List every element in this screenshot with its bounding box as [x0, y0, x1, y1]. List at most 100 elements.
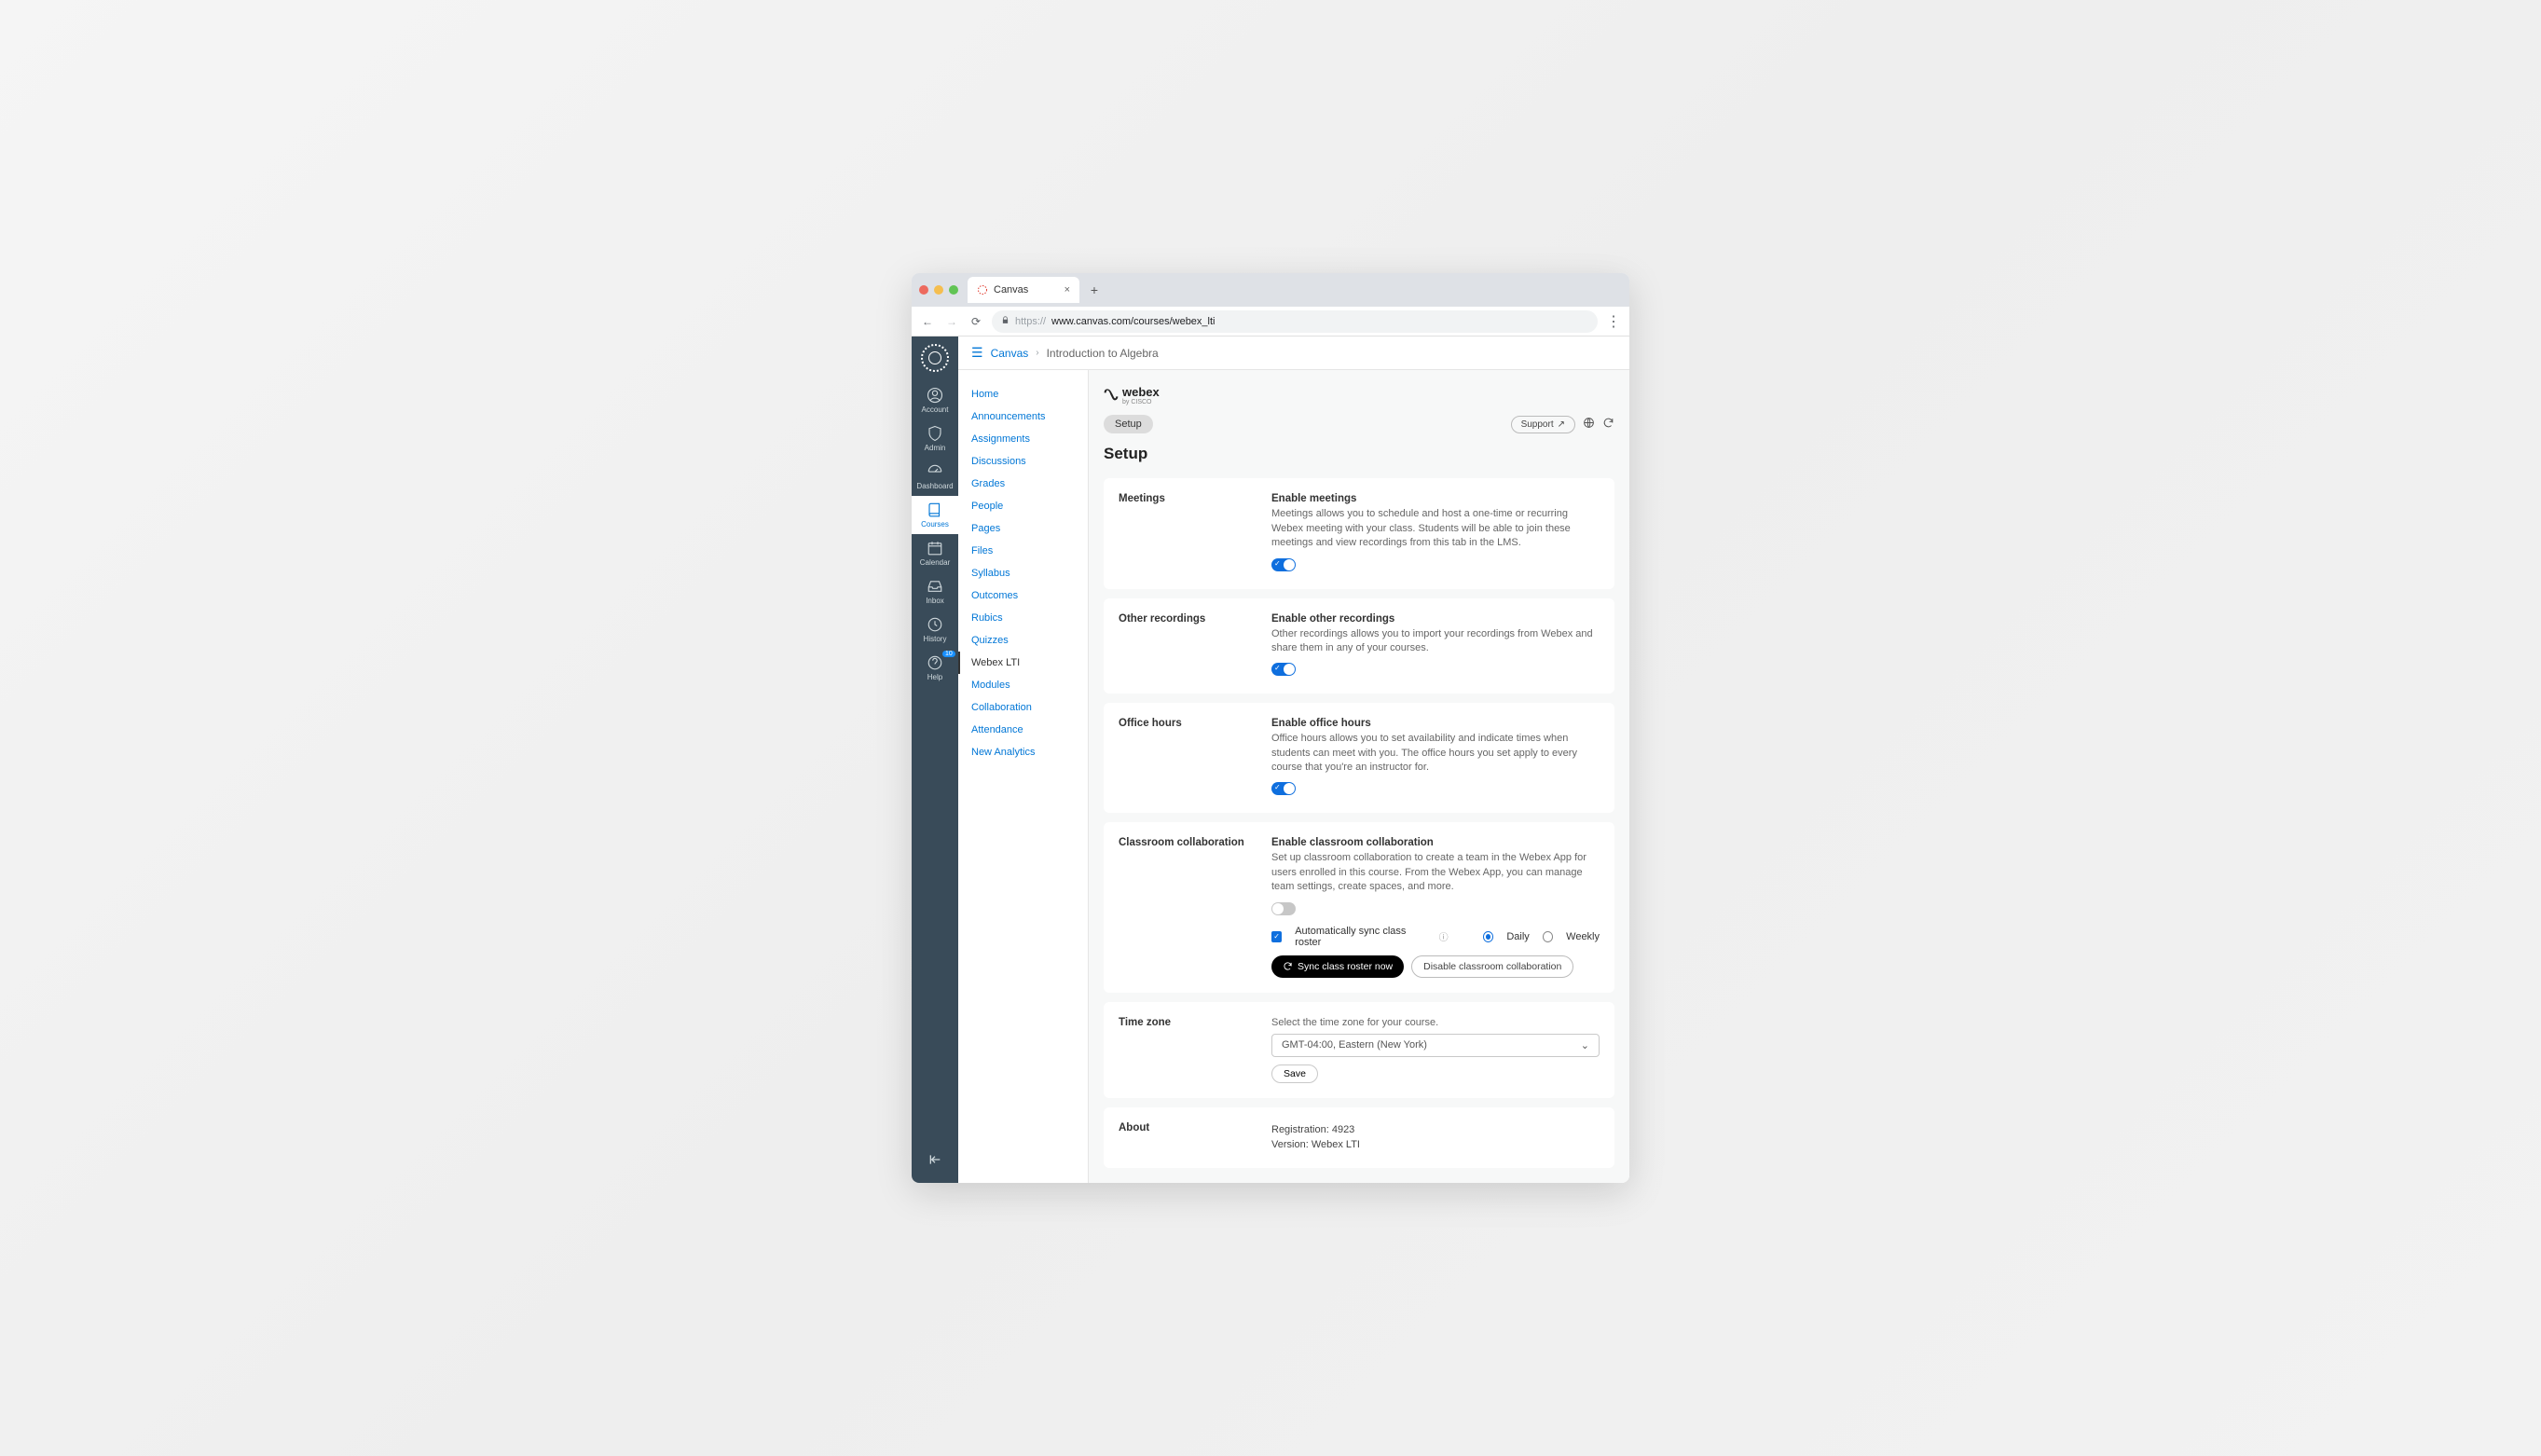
- nav-label: Account: [922, 405, 949, 414]
- nav-admin[interactable]: Admin: [912, 419, 958, 458]
- dashboard-icon: [927, 463, 943, 480]
- course-nav-quizzes[interactable]: Quizzes: [958, 629, 1088, 652]
- calendar-icon: [927, 540, 943, 556]
- window-minimize[interactable]: [934, 285, 943, 295]
- info-icon[interactable]: ⓘ: [1439, 929, 1449, 943]
- version-value: Webex LTI: [1312, 1139, 1360, 1150]
- tab-close-icon[interactable]: ×: [1064, 284, 1070, 295]
- course-nav-discussions[interactable]: Discussions: [958, 450, 1088, 473]
- classroom-toggle[interactable]: ✓: [1271, 902, 1296, 915]
- url-text: www.canvas.com/courses/webex_lti: [1051, 316, 1215, 327]
- support-label: Support: [1521, 419, 1554, 430]
- tool-tab-row: Setup Support ↗: [1104, 415, 1614, 433]
- card-left-label: Meetings: [1119, 493, 1258, 573]
- course-nav-home[interactable]: Home: [958, 383, 1088, 405]
- nav-dashboard[interactable]: Dashboard: [912, 458, 958, 496]
- sync-now-button[interactable]: Sync class roster now: [1271, 955, 1404, 978]
- other-recordings-toggle[interactable]: ✓: [1271, 663, 1296, 676]
- new-tab-button[interactable]: +: [1085, 282, 1104, 297]
- browser-tab-strip: Canvas × +: [912, 273, 1629, 307]
- window-close[interactable]: [919, 285, 928, 295]
- course-nav-announcements[interactable]: Announcements: [958, 405, 1088, 428]
- external-link-icon: ↗: [1558, 419, 1565, 430]
- card-office-hours: Office hours Enable office hours Office …: [1104, 703, 1614, 813]
- nav-label: History: [924, 635, 947, 643]
- canvas-logo[interactable]: [921, 344, 949, 372]
- course-nav-assignments[interactable]: Assignments: [958, 428, 1088, 450]
- nav-help[interactable]: 10 Help: [912, 649, 958, 687]
- nav-courses[interactable]: Courses: [912, 496, 958, 534]
- course-nav-pages[interactable]: Pages: [958, 517, 1088, 540]
- content-row: Home Announcements Assignments Discussio…: [958, 370, 1629, 1182]
- nav-history[interactable]: History: [912, 611, 958, 649]
- support-button[interactable]: Support ↗: [1511, 416, 1575, 433]
- course-nav-grades[interactable]: Grades: [958, 473, 1088, 495]
- course-nav-attendance[interactable]: Attendance: [958, 719, 1088, 741]
- course-nav-collaboration[interactable]: Collaboration: [958, 696, 1088, 719]
- radio-weekly[interactable]: [1543, 931, 1553, 942]
- breadcrumb-current: Introduction to Algebra: [1047, 347, 1159, 360]
- course-nav-new-analytics[interactable]: New Analytics: [958, 741, 1088, 763]
- page-title: Setup: [1104, 445, 1614, 463]
- back-button[interactable]: ←: [919, 315, 936, 328]
- collapse-icon: [927, 1152, 942, 1167]
- card-left-label: Classroom collaboration: [1119, 837, 1258, 977]
- tab-title: Canvas: [994, 284, 1028, 295]
- nav-calendar[interactable]: Calendar: [912, 534, 958, 572]
- collapse-nav-button[interactable]: [927, 1152, 942, 1172]
- course-nav-people[interactable]: People: [958, 495, 1088, 517]
- meetings-toggle[interactable]: ✓: [1271, 558, 1296, 571]
- card-other-recordings: Other recordings Enable other recordings…: [1104, 598, 1614, 694]
- chevron-right-icon: ›: [1036, 348, 1038, 358]
- auto-sync-checkbox[interactable]: ✓: [1271, 931, 1282, 942]
- window-maximize[interactable]: [949, 285, 958, 295]
- sync-icon: [1283, 961, 1293, 971]
- browser-tab[interactable]: Canvas ×: [968, 277, 1079, 303]
- timezone-select[interactable]: GMT-04:00, Eastern (New York) ⌄: [1271, 1034, 1600, 1057]
- refresh-icon[interactable]: [1602, 417, 1614, 432]
- course-nav-webex-lti[interactable]: Webex LTI: [958, 652, 1088, 674]
- card-desc: Other recordings allows you to import yo…: [1271, 627, 1600, 656]
- hamburger-icon[interactable]: ☰: [971, 345, 983, 361]
- webex-brand-sub: by CISCO: [1122, 399, 1160, 405]
- nav-account[interactable]: Account: [912, 381, 958, 419]
- admin-icon: [927, 425, 943, 442]
- registration-value: 4923: [1332, 1124, 1354, 1135]
- browser-menu-icon[interactable]: ⋮: [1605, 312, 1622, 331]
- card-title: Enable classroom collaboration: [1271, 837, 1600, 848]
- forward-button[interactable]: →: [943, 315, 960, 328]
- window-controls: [919, 285, 958, 295]
- radio-weekly-label: Weekly: [1566, 931, 1600, 942]
- setup-tab[interactable]: Setup: [1104, 415, 1153, 433]
- auto-sync-label: Automatically sync class roster: [1295, 926, 1425, 948]
- card-desc: Set up classroom collaboration to create…: [1271, 851, 1600, 894]
- breadcrumb-root[interactable]: Canvas: [991, 347, 1029, 360]
- webex-brand-text: webex: [1122, 385, 1160, 399]
- globe-icon[interactable]: [1583, 417, 1595, 432]
- webex-logo: webex by CISCO: [1104, 385, 1614, 405]
- nav-label: Inbox: [926, 597, 944, 605]
- registration-label: Registration:: [1271, 1124, 1329, 1135]
- global-nav: Account Admin Dashboard Courses Calendar…: [912, 337, 958, 1182]
- courses-icon: [927, 501, 943, 518]
- radio-daily[interactable]: [1483, 931, 1493, 942]
- nav-inbox[interactable]: Inbox: [912, 572, 958, 611]
- course-nav-rubics[interactable]: Rubics: [958, 607, 1088, 629]
- course-nav-modules[interactable]: Modules: [958, 674, 1088, 696]
- timezone-save-button[interactable]: Save: [1271, 1065, 1318, 1083]
- tool-tab-actions: Support ↗: [1511, 416, 1614, 433]
- course-nav-outcomes[interactable]: Outcomes: [958, 584, 1088, 607]
- about-registration: Registration: 4923: [1271, 1122, 1600, 1138]
- disable-collab-button[interactable]: Disable classroom collaboration: [1411, 955, 1573, 978]
- canvas-favicon: [977, 284, 988, 295]
- address-bar[interactable]: https://www.canvas.com/courses/webex_lti: [992, 310, 1598, 333]
- about-version: Version: Webex LTI: [1271, 1137, 1600, 1153]
- course-nav-files[interactable]: Files: [958, 540, 1088, 562]
- card-title: Enable other recordings: [1271, 613, 1600, 625]
- course-nav-syllabus[interactable]: Syllabus: [958, 562, 1088, 584]
- app-body: Account Admin Dashboard Courses Calendar…: [912, 337, 1629, 1182]
- reload-button[interactable]: ⟳: [968, 315, 984, 328]
- office-hours-toggle[interactable]: ✓: [1271, 782, 1296, 795]
- webex-logo-icon: [1104, 389, 1119, 402]
- version-label: Version:: [1271, 1139, 1309, 1150]
